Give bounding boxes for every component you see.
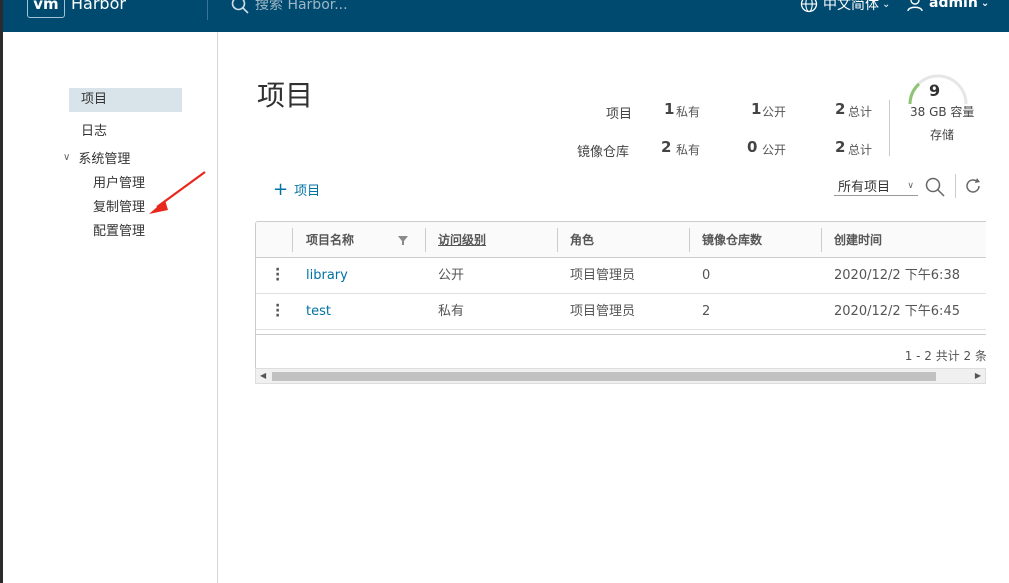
- column-header-access[interactable]: 访问级别: [438, 222, 486, 258]
- chevron-down-icon: ⌄: [980, 0, 990, 9]
- column-header-created[interactable]: 创建时间: [834, 222, 882, 258]
- page-title: 项目: [257, 79, 314, 112]
- scroll-right-icon[interactable]: ▶: [975, 371, 981, 380]
- column-separator: [425, 228, 426, 252]
- sidebar-item-configuration[interactable]: 配置管理: [93, 220, 145, 239]
- column-header-repo-count[interactable]: 镜像仓库数: [702, 222, 762, 258]
- quota-count: 9: [929, 81, 941, 100]
- vmware-logo[interactable]: vm: [27, 0, 65, 18]
- app-title[interactable]: Harbor: [71, 0, 126, 13]
- stats-divider: [889, 100, 890, 156]
- column-header-name[interactable]: 项目名称: [306, 222, 354, 258]
- stat-unit: 公开: [762, 143, 787, 157]
- language-selector[interactable]: 中文简体 ⌄: [800, 0, 890, 14]
- projects-datagrid: 项目名称 访问级别 角色 镜像仓库数 创建时间 · · · library 公开 项…: [255, 221, 986, 383]
- refresh-icon[interactable]: [964, 177, 982, 195]
- table-row: · · · test 私有 项目管理员 2 2020/12/2 下午6:45: [256, 294, 986, 330]
- sidebar-item-logs[interactable]: 日志: [81, 120, 107, 139]
- sidebar-group-admin[interactable]: ∨ 系统管理: [63, 148, 130, 167]
- stat-projects-private: 1: [664, 100, 675, 118]
- add-project-label: 项目: [294, 184, 321, 199]
- pagination-text: 1 - 2 共计 2 条: [904, 349, 986, 363]
- chevron-down-icon: ⌄: [882, 0, 891, 10]
- toolbar-divider: [955, 174, 956, 198]
- cell-access: 公开: [438, 268, 465, 283]
- user-icon: [907, 0, 923, 12]
- row-actions-icon[interactable]: · · ·: [275, 263, 280, 287]
- sidebar: 项目 日志 ∨ 系统管理 用户管理 复制管理 配置管理: [3, 32, 218, 583]
- scroll-left-icon[interactable]: ◀: [260, 371, 266, 380]
- cell-role: 项目管理员: [570, 304, 636, 319]
- user-menu[interactable]: admin ⌄: [906, 0, 989, 12]
- column-separator: [689, 228, 690, 252]
- globe-icon: [800, 0, 818, 13]
- filter-value: 所有项目: [838, 180, 891, 195]
- top-header: vm Harbor 中文简体 ⌄ admin ⌄: [3, 0, 1009, 32]
- search-icon: [231, 0, 249, 14]
- stat-repos-label: 镜像仓库: [577, 145, 630, 160]
- stat-repos-total: 2: [835, 138, 846, 156]
- sidebar-item-user-management[interactable]: 用户管理: [93, 172, 145, 191]
- project-name-link[interactable]: library: [306, 258, 348, 294]
- search-icon[interactable]: [925, 177, 945, 197]
- cell-created: 2020/12/2 下午6:38: [834, 268, 960, 283]
- column-separator: [821, 228, 822, 252]
- stat-projects-label: 项目: [606, 107, 633, 122]
- stat-unit: 总计: [848, 143, 873, 157]
- datagrid-header: 项目名称 访问级别 角色 镜像仓库数 创建时间: [256, 222, 986, 258]
- stat-projects-public: 1: [751, 100, 762, 118]
- stat-repos-public: 0: [747, 138, 758, 156]
- header-divider: [207, 0, 208, 20]
- stat-unit: 私有: [676, 105, 701, 119]
- horizontal-scrollbar[interactable]: ◀ ▶: [255, 368, 986, 384]
- chevron-down-icon: ∨: [63, 152, 71, 163]
- stat-unit: 私有: [676, 143, 701, 157]
- column-separator: [557, 228, 558, 252]
- cell-access: 私有: [438, 304, 465, 319]
- cell-repo-count: 0: [702, 268, 711, 283]
- search-input[interactable]: [255, 0, 455, 13]
- chevron-down-icon: ∨: [907, 180, 914, 191]
- cell-role: 项目管理员: [570, 268, 636, 283]
- global-search[interactable]: [231, 0, 455, 15]
- scrollbar-thumb[interactable]: [272, 372, 936, 381]
- row-actions-icon[interactable]: · · ·: [275, 299, 280, 323]
- quota-storage-label: 存储: [930, 128, 955, 142]
- sidebar-item-projects[interactable]: 项目: [69, 88, 182, 112]
- stat-repos-private: 2: [661, 138, 672, 156]
- stat-projects-total: 2: [835, 100, 846, 118]
- project-name-link[interactable]: test: [306, 294, 331, 330]
- quota-capacity: 38 GB 容量: [910, 105, 975, 119]
- sidebar-group-label: 系统管理: [78, 152, 131, 167]
- filter-icon[interactable]: [398, 236, 408, 245]
- sidebar-item-replication[interactable]: 复制管理: [93, 196, 145, 215]
- main-content: 项目 项目 1 私有 1 公开 2 总计 镜像仓库 2 私有 0 公开 2 总计…: [219, 32, 1009, 583]
- username: admin: [929, 0, 978, 11]
- table-row: · · · library 公开 项目管理员 0 2020/12/2 下午6:38: [256, 258, 986, 294]
- project-filter-select[interactable]: 所有项目 ∨: [834, 176, 918, 196]
- language-label: 中文简体: [823, 0, 879, 13]
- cell-repo-count: 2: [702, 304, 711, 319]
- stat-unit: 总计: [848, 105, 873, 119]
- column-separator: [292, 228, 293, 252]
- annotation-arrow-icon: [149, 171, 206, 214]
- cell-created: 2020/12/2 下午6:45: [834, 304, 960, 319]
- column-header-role[interactable]: 角色: [570, 222, 594, 258]
- stat-unit: 公开: [762, 105, 787, 119]
- plus-icon: +: [273, 178, 289, 200]
- add-project-button[interactable]: + 项目: [273, 180, 320, 199]
